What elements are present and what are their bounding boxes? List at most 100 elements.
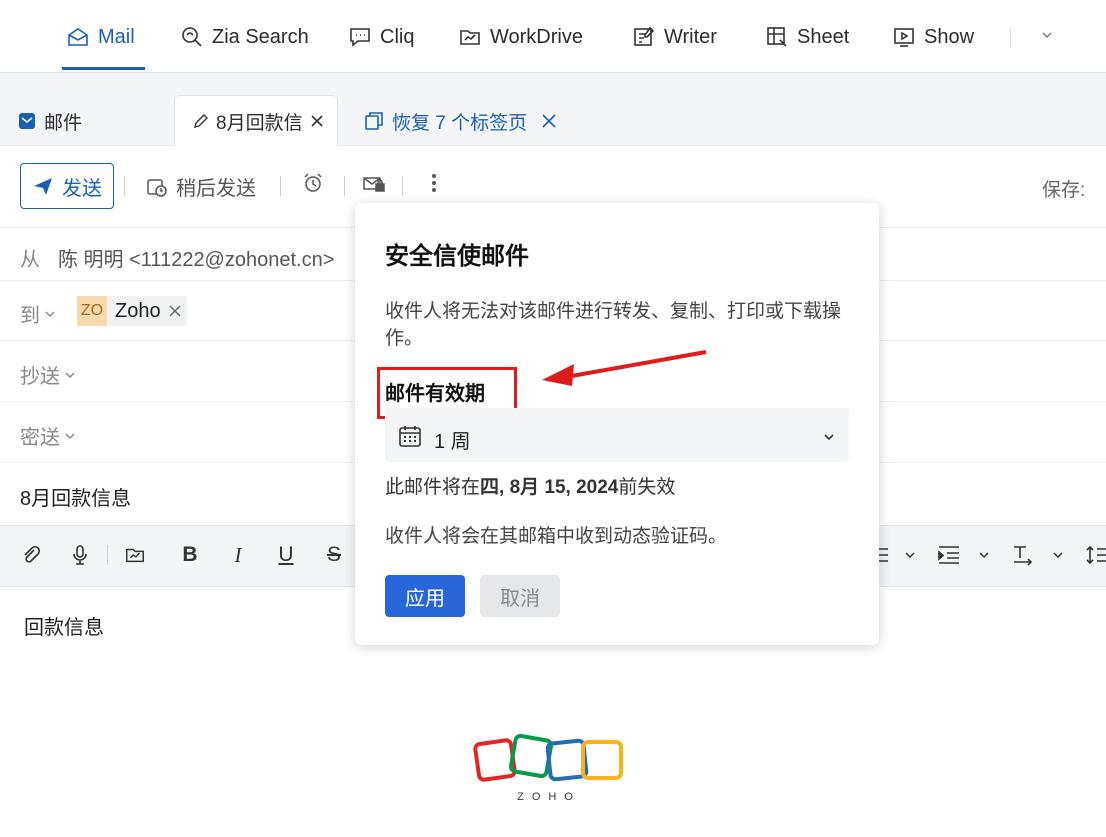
app-bar-divider: [1010, 28, 1011, 48]
more-apps-button[interactable]: [1040, 28, 1054, 47]
bcc-label: 密送: [20, 427, 60, 449]
apply-button[interactable]: 应用: [385, 575, 465, 617]
restore-tabs-label: 恢复 7 个标签页: [392, 112, 528, 134]
bcc-label-button[interactable]: 密送: [20, 421, 76, 450]
app-label: Zia Search: [212, 25, 309, 48]
restore-tabs-button[interactable]: 恢复 7 个标签页: [364, 95, 557, 147]
close-icon[interactable]: [310, 114, 324, 128]
microphone-icon: [73, 545, 87, 565]
writer-icon: [634, 26, 655, 46]
send-label: 发送: [62, 177, 102, 200]
close-icon[interactable]: [169, 305, 181, 317]
strikethrough-button[interactable]: S: [321, 542, 347, 568]
mail-app-icon: [19, 113, 35, 129]
toolbar-divider: [107, 545, 108, 565]
expiry-prefix: 此邮件将在: [385, 477, 481, 498]
tab-draft[interactable]: 8月回款信: [192, 95, 324, 147]
zia-search-icon: [182, 27, 202, 47]
line-spacing-icon: [1086, 545, 1106, 565]
chevron-down-icon: [45, 310, 55, 317]
insert-from-cloud-button[interactable]: [122, 542, 148, 568]
close-icon[interactable]: [541, 113, 557, 129]
from-value[interactable]: 陈 明明 <111222@zohonet.cn>: [58, 243, 334, 272]
text-direction-icon: [1014, 546, 1033, 566]
restore-tabs-icon: [365, 112, 383, 130]
indent-icon: [938, 546, 959, 564]
folder-icon: [126, 548, 144, 563]
to-label-button[interactable]: 到: [20, 299, 56, 328]
chevron-down-icon: [65, 432, 75, 439]
secure-mail-button[interactable]: [362, 172, 386, 194]
bold-button[interactable]: B: [177, 542, 203, 568]
message-body[interactable]: 回款信息: [24, 611, 104, 640]
expiry-info: 此邮件将在四, 8月 15, 2024前失效: [385, 472, 675, 499]
recipient-chip[interactable]: ZO Zoho: [77, 296, 187, 326]
reminder-button[interactable]: [302, 172, 324, 194]
underline-icon: U: [278, 543, 294, 566]
italic-button[interactable]: I: [225, 542, 251, 568]
subject-input[interactable]: 8月回款信息: [20, 482, 131, 511]
toolbar-divider: [402, 176, 403, 196]
cancel-button[interactable]: 取消: [480, 575, 560, 617]
chevron-down-icon: [65, 371, 75, 378]
italic-icon: I: [234, 542, 242, 567]
list-dropdown[interactable]: [904, 548, 916, 566]
app-show[interactable]: Show: [892, 22, 974, 52]
recipient-avatar: ZO: [77, 296, 107, 326]
toolbar-divider: [280, 176, 281, 196]
expiry-value: 1 周: [434, 431, 471, 453]
app-mail[interactable]: Mail: [66, 22, 135, 52]
text-direction-dropdown[interactable]: [1052, 548, 1064, 566]
alarm-clock-icon: [304, 173, 322, 192]
send-later-label: 稍后发送: [176, 178, 256, 200]
app-cliq[interactable]: Cliq: [348, 22, 414, 52]
chevron-down-icon: [1053, 552, 1063, 559]
recipient-name: Zoho: [115, 299, 161, 322]
calendar-icon: [398, 424, 422, 453]
app-label: WorkDrive: [490, 25, 583, 48]
attach-button[interactable]: [18, 542, 44, 568]
indent-dropdown[interactable]: [978, 548, 990, 566]
popup-description: 收件人将无法对该邮件进行转发、复制、打印或下载操作。: [385, 301, 842, 349]
more-options-button[interactable]: [430, 172, 438, 194]
cc-label-button[interactable]: 抄送: [20, 360, 76, 389]
annotation-arrow-icon: [542, 350, 707, 386]
save-status: 保存:: [1042, 180, 1086, 201]
cc-label: 抄送: [20, 366, 60, 388]
app-workdrive[interactable]: WorkDrive: [458, 22, 583, 52]
bold-icon: B: [182, 543, 198, 566]
voice-button[interactable]: [67, 542, 93, 568]
to-label: 到: [20, 305, 40, 327]
app-sheet[interactable]: Sheet: [765, 22, 849, 52]
chevron-down-icon: [905, 552, 915, 559]
tab-mail[interactable]: 邮件: [18, 95, 82, 147]
app-writer[interactable]: Writer: [632, 22, 717, 52]
expiry-suffix: 前失效: [618, 477, 676, 498]
app-label: Sheet: [797, 25, 850, 48]
underline-button[interactable]: U: [273, 542, 299, 568]
pencil-icon: [194, 114, 208, 128]
mail-icon: [68, 28, 88, 46]
send-later-button[interactable]: 稍后发送: [146, 172, 256, 201]
zoho-logo-text: ZOHO: [517, 791, 581, 803]
text-direction-button[interactable]: [1010, 542, 1036, 568]
app-label: Show: [924, 25, 975, 48]
send-button[interactable]: 发送: [20, 163, 114, 209]
chat-icon: [350, 28, 370, 47]
chevron-down-icon: [979, 552, 989, 559]
paperclip-icon: [24, 545, 41, 563]
strikethrough-icon: S: [326, 543, 341, 566]
zoho-logo: ZOHO: [473, 732, 625, 803]
otp-note: 收件人将会在其邮箱中收到动态验证码。: [385, 526, 728, 547]
show-icon: [894, 28, 914, 47]
indent-button[interactable]: [936, 542, 962, 568]
line-spacing-button[interactable]: [1084, 542, 1106, 568]
tab-label: 邮件: [44, 112, 83, 134]
app-zia-search[interactable]: Zia Search: [180, 22, 309, 52]
app-label: Cliq: [380, 25, 415, 48]
sheet-icon: [767, 27, 787, 47]
app-label: Writer: [664, 25, 717, 48]
tab-label: 8月回款信: [216, 112, 303, 134]
popup-title: 安全信使邮件: [385, 243, 529, 270]
from-label: 从: [20, 249, 40, 271]
